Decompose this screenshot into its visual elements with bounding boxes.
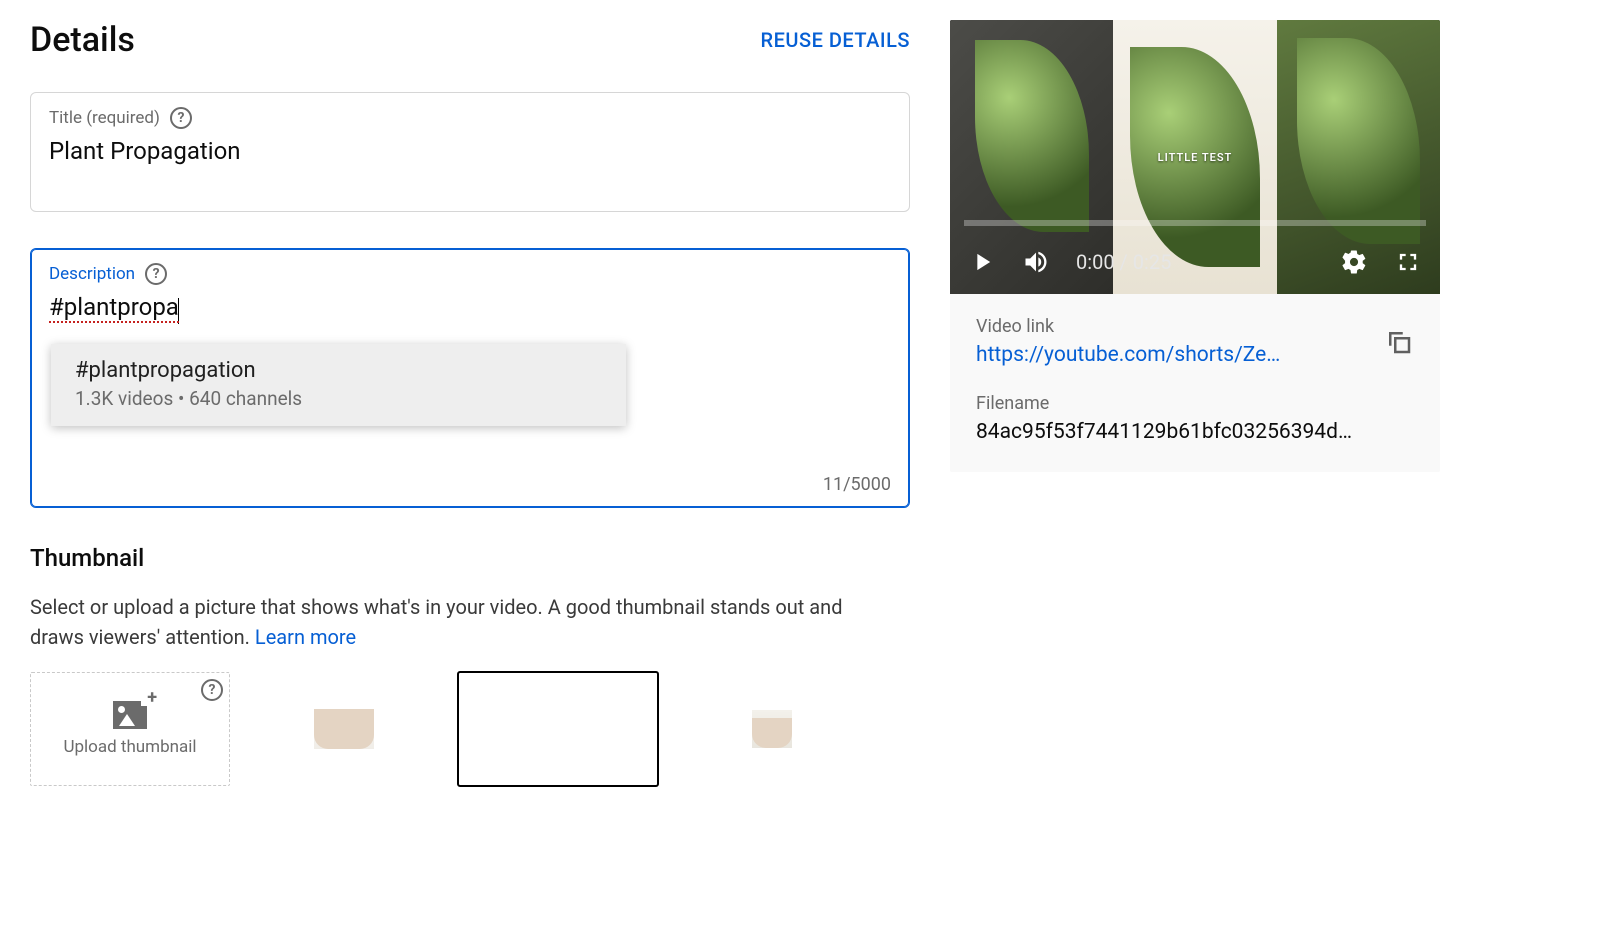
character-counter: 11/5000 [823, 474, 891, 495]
video-progress-bar[interactable] [964, 220, 1426, 226]
fullscreen-icon[interactable] [1394, 248, 1422, 276]
suggestion-tag: #plantpropagation [75, 358, 602, 383]
video-controls: 0:00 / 0:25 [950, 230, 1440, 294]
thumbnail-heading: Thumbnail [30, 544, 910, 572]
reuse-details-button[interactable]: REUSE DETAILS [760, 28, 910, 52]
video-player[interactable]: LITTLE TEST 0:00 / 0:25 [950, 20, 1440, 294]
hashtag-suggestion-item[interactable]: #plantpropagation 1.3K videos • 640 chan… [51, 344, 626, 426]
upload-thumbnail-button[interactable]: ? Upload thumbnail [30, 672, 230, 786]
description-input-value[interactable]: #plantpropa [49, 293, 179, 323]
video-overlay-text: LITTLE TEST [1158, 151, 1233, 164]
title-label: Title (required) [49, 108, 160, 128]
volume-icon[interactable] [1022, 248, 1050, 276]
filename-label: Filename [976, 393, 1414, 414]
title-field[interactable]: Title (required) ? Plant Propagation [30, 92, 910, 212]
thumbnail-option-1[interactable] [244, 672, 444, 786]
learn-more-link[interactable]: Learn more [255, 625, 356, 649]
video-preview-panel: LITTLE TEST 0:00 / 0:25 [950, 20, 1440, 472]
hashtag-suggestion-popover: #plantpropagation 1.3K videos • 640 chan… [51, 344, 626, 426]
help-icon[interactable]: ? [170, 107, 192, 129]
page-title: Details [30, 20, 135, 60]
description-field[interactable]: Description ? #plantpropa #plantpropagat… [30, 248, 910, 508]
video-link-label: Video link [976, 316, 1280, 337]
help-icon[interactable]: ? [145, 263, 167, 285]
description-label: Description [49, 264, 135, 284]
filename-value: 84ac95f53f7441129b61bfc03256394d… [976, 420, 1414, 444]
settings-gear-icon[interactable] [1340, 248, 1368, 276]
upload-thumbnail-label: Upload thumbnail [63, 737, 196, 757]
play-icon[interactable] [968, 248, 996, 276]
thumbnail-option-3[interactable] [672, 672, 872, 786]
video-time: 0:00 / 0:25 [1076, 250, 1171, 274]
thumbnail-option-2-selected[interactable] [458, 672, 658, 786]
video-link[interactable]: https://youtube.com/shorts/Ze… [976, 343, 1280, 367]
title-input-value[interactable]: Plant Propagation [49, 137, 891, 165]
image-add-icon [113, 701, 147, 729]
suggestion-meta: 1.3K videos • 640 channels [75, 387, 602, 410]
thumbnail-description: Select or upload a picture that shows wh… [30, 592, 870, 652]
copy-icon[interactable] [1384, 327, 1414, 357]
help-icon[interactable]: ? [201, 679, 223, 701]
